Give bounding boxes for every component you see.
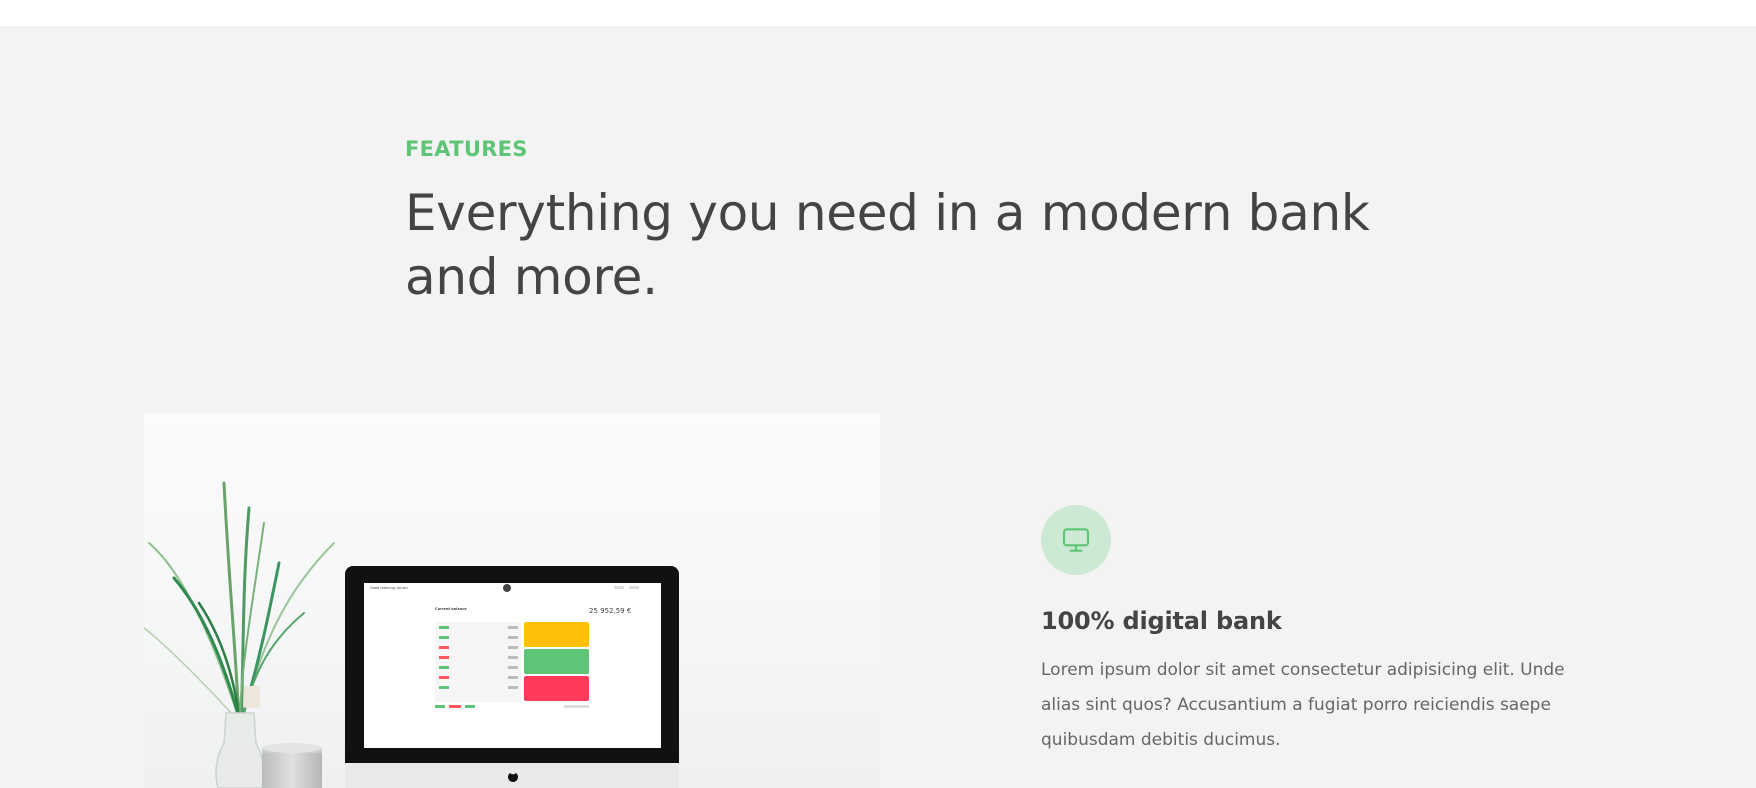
feature-description: Lorem ipsum dolor sit amet consectetur a… — [1041, 660, 1565, 750]
feature-title: 100% digital bank — [1041, 607, 1282, 635]
feature-item: 100% digital bank Lorem ipsum dolor sit … — [1041, 505, 1565, 758]
screen-greeting: Good morning, Jonas! — [370, 586, 408, 590]
feature-icon-circle — [1041, 505, 1111, 575]
section-eyebrow: Features — [405, 137, 528, 161]
plant-icon — [144, 481, 335, 725]
top-nav-bar — [0, 0, 1756, 26]
feature-image: Good morning, Jonas! Current balance 25 … — [144, 413, 880, 788]
monitor-icon — [1062, 528, 1090, 552]
screen-balance-value: 25 952,59 € — [589, 607, 631, 615]
screen-movements — [435, 622, 521, 702]
monitor-illustration: Good morning, Jonas! Current balance 25 … — [345, 566, 679, 788]
section-header: Features Everything you need in a modern… — [405, 137, 1405, 309]
section-heading: Everything you need in a modern bank and… — [405, 184, 1370, 306]
screen-balance-label: Current balance — [435, 607, 467, 611]
desk-illustration: Good morning, Jonas! Current balance 25 … — [144, 481, 679, 788]
